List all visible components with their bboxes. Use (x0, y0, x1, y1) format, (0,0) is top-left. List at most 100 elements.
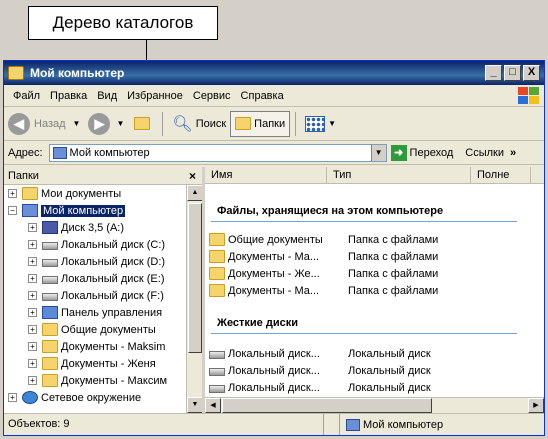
title-bar[interactable]: Мой компьютер _ □ X (4, 61, 544, 85)
expand-icon[interactable]: + (28, 359, 37, 368)
tree-item-drive-c[interactable]: + Локальный диск (C:) (4, 236, 202, 253)
tree-item-docs-maksim[interactable]: + Документы - Maksim (4, 338, 202, 355)
minimize-button[interactable]: _ (485, 65, 502, 81)
list-item[interactable]: Локальный диск... Локальный диск (209, 345, 431, 362)
tree-item-my-computer[interactable]: − Мой компьютер (4, 202, 202, 219)
floppy-icon (42, 221, 58, 234)
expand-icon[interactable]: + (28, 223, 37, 232)
tree-item-shared-docs[interactable]: + Общие документы (4, 321, 202, 338)
item-type: Папка с файлами (348, 267, 439, 280)
expand-icon[interactable]: + (8, 189, 17, 198)
address-label: Адрес: (8, 146, 43, 159)
forward-arrow-icon[interactable]: ▶ (88, 112, 111, 135)
column-name[interactable]: Имя (205, 167, 327, 184)
status-location-label: Мой компьютер (363, 418, 444, 431)
expand-icon[interactable]: + (28, 308, 37, 317)
scroll-thumb[interactable] (188, 203, 202, 353)
expand-icon[interactable]: + (8, 393, 17, 402)
menu-file[interactable]: Файл (8, 90, 45, 102)
close-folders-pane-icon[interactable]: × (189, 169, 196, 183)
menu-tools[interactable]: Сервис (188, 90, 236, 102)
expand-icon[interactable]: + (28, 325, 37, 334)
folder-icon (209, 233, 225, 246)
expand-icon[interactable]: + (28, 274, 37, 283)
list-item[interactable]: Локальный диск... Локальный диск (209, 362, 431, 379)
scroll-thumb[interactable] (222, 398, 432, 413)
group-title-hard-disks: Жесткие диски (217, 317, 298, 329)
tree-item-label: Сетевое окружение (41, 391, 142, 404)
tree-item-label: Панель управления (61, 306, 163, 319)
list-item[interactable]: Документы - Же... Папка с файлами (209, 265, 438, 282)
search-icon: 🔍︎ (172, 115, 193, 133)
maximize-button[interactable]: □ (504, 65, 521, 81)
scroll-down-icon[interactable]: ▼ (187, 397, 202, 413)
links-button[interactable]: Ссылки (465, 147, 504, 159)
address-input[interactable]: Мой компьютер ▼ (48, 143, 387, 162)
list-item[interactable]: Общие документы Папка с файлами (209, 231, 438, 248)
drive-icon (42, 241, 58, 250)
item-name: Локальный диск... (228, 381, 320, 394)
list-item[interactable]: Документы - Ма... Папка с файлами (209, 282, 438, 299)
item-type: Папка с файлами (348, 284, 439, 297)
back-button[interactable]: Назад (34, 118, 66, 130)
tree-item-docs-zhenya[interactable]: + Документы - Женя (4, 355, 202, 372)
folders-label: Папки (254, 117, 286, 130)
scroll-left-icon[interactable]: ◀ (205, 398, 221, 413)
expand-icon[interactable]: + (28, 342, 37, 351)
computer-icon (346, 418, 360, 431)
folders-pane-title: Папки (8, 169, 39, 182)
tree-item-drive-e[interactable]: + Локальный диск (E:) (4, 270, 202, 287)
item-type: Папка с файлами (348, 233, 439, 246)
forward-dropdown-icon[interactable]: ▼ (116, 119, 124, 128)
tree-item-floppy[interactable]: + Диск 3,5 (A:) (4, 219, 202, 236)
chevron-right-icon[interactable]: » (510, 147, 516, 159)
tree-item-my-documents[interactable]: + Мои документы (4, 185, 202, 202)
menu-favorites[interactable]: Избранное (122, 90, 188, 102)
content-scrollbar[interactable]: ◀ ▶ (205, 397, 544, 413)
tree-item-label: Документы - Maksim (61, 340, 166, 353)
column-total-size[interactable]: Полне (471, 167, 531, 184)
item-name: Локальный диск... (228, 364, 320, 377)
folder-icon (22, 187, 38, 200)
collapse-icon[interactable]: − (8, 206, 17, 215)
folder-icon (42, 340, 58, 353)
back-arrow-icon[interactable]: ◀ (8, 112, 30, 135)
expand-icon[interactable]: + (28, 291, 37, 300)
tree-item-control-panel[interactable]: + Панель управления (4, 304, 202, 321)
search-button[interactable]: 🔍︎ Поиск (168, 111, 230, 137)
menu-view[interactable]: Вид (92, 90, 122, 102)
list-item[interactable]: Документы - Ма... Папка с файлами (209, 248, 438, 265)
tree-item-label: Документы - Женя (61, 357, 156, 370)
computer-icon (22, 204, 38, 217)
views-button[interactable]: ▼ (301, 111, 340, 137)
folders-pane-header: Папки × (4, 167, 202, 185)
search-label: Поиск (195, 117, 227, 130)
expand-icon[interactable]: + (28, 240, 37, 249)
tree-item-label: Локальный диск (D:) (61, 255, 166, 268)
status-bar: Объектов: 9 Мой компьютер (4, 413, 544, 435)
menu-help[interactable]: Справка (236, 90, 289, 102)
list-item[interactable]: Локальный диск... Локальный диск (209, 379, 431, 396)
folders-button[interactable]: Папки (230, 110, 291, 137)
address-value: Мой компьютер (69, 146, 150, 159)
close-button[interactable]: X (523, 65, 540, 81)
tree-item-docs-maksim-ru[interactable]: + Документы - Максим (4, 372, 202, 389)
folder-icon (42, 374, 58, 387)
status-location: Мой компьютер (340, 418, 444, 431)
tree-item-drive-d[interactable]: + Локальный диск (D:) (4, 253, 202, 270)
expand-icon[interactable]: + (28, 257, 37, 266)
up-folder-button[interactable] (130, 111, 157, 137)
folders-scrollbar[interactable]: ▲ ▼ (186, 185, 202, 413)
scroll-right-icon[interactable]: ▶ (528, 398, 544, 413)
scroll-up-icon[interactable]: ▲ (187, 185, 202, 201)
tree-item-drive-f[interactable]: + Локальный диск (F:) (4, 287, 202, 304)
menu-edit[interactable]: Правка (45, 90, 92, 102)
back-dropdown-icon[interactable]: ▼ (73, 119, 81, 128)
tree-item-network[interactable]: + Сетевое окружение (4, 389, 202, 406)
up-folder-icon (134, 117, 151, 130)
expand-icon[interactable]: + (28, 376, 37, 385)
address-dropdown-icon[interactable]: ▼ (370, 144, 386, 161)
column-type[interactable]: Тип (327, 167, 471, 184)
toolbar: ◀ Назад ▼ ▶ ▼ 🔍︎ Поиск Папки ▼ (4, 107, 544, 141)
go-button[interactable]: ➜ Переход (390, 144, 453, 161)
